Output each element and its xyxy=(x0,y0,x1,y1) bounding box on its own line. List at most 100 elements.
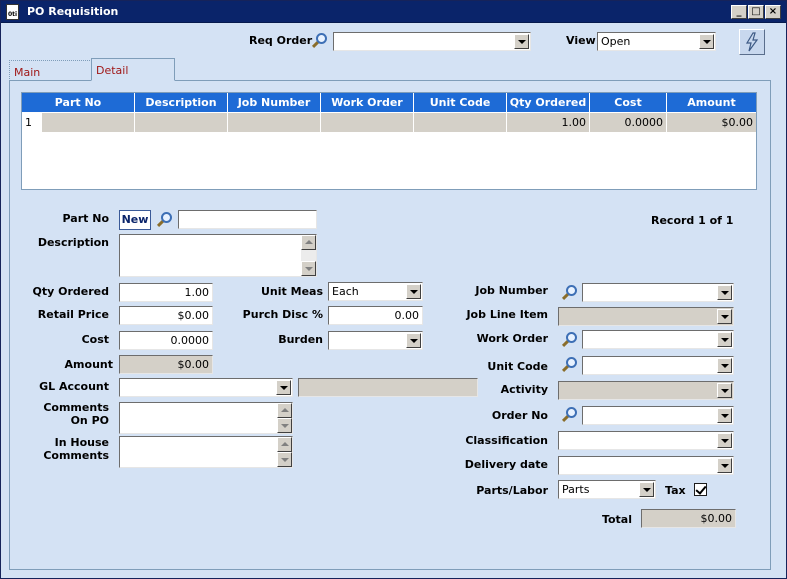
scroll-down-icon[interactable] xyxy=(277,418,292,433)
parts-labor-combo[interactable]: Parts xyxy=(558,480,656,499)
in-house-comments-textarea[interactable] xyxy=(119,436,293,468)
comments-on-po-textarea[interactable] xyxy=(119,402,293,434)
unit-code-search-icon[interactable] xyxy=(561,357,578,373)
part-no-search-icon[interactable] xyxy=(156,212,173,228)
minimize-button[interactable]: _ xyxy=(731,5,747,19)
table-row[interactable]: 1 1.00 0.0000 $0.00 xyxy=(22,113,756,132)
chevron-down-icon[interactable] xyxy=(639,482,654,497)
order-no-label: Order No xyxy=(491,409,548,422)
view-combo[interactable]: Open xyxy=(597,32,716,51)
maximize-button[interactable]: □ xyxy=(748,5,764,19)
table-cell[interactable]: 1.00 xyxy=(507,113,590,132)
chevron-down-icon[interactable] xyxy=(699,34,714,49)
column-header[interactable]: Description xyxy=(135,93,228,112)
record-status: Record 1 of 1 xyxy=(651,214,734,227)
cost-input[interactable]: 0.0000 xyxy=(119,331,213,350)
chevron-down-icon[interactable] xyxy=(276,380,291,395)
order-no-combo[interactable] xyxy=(582,406,734,425)
delivery-date-combo[interactable] xyxy=(558,456,734,475)
chevron-down-icon[interactable] xyxy=(717,408,732,423)
table-cell[interactable] xyxy=(135,113,228,132)
req-order-search-icon[interactable] xyxy=(311,33,328,49)
chevron-down-icon[interactable] xyxy=(717,458,732,473)
qty-ordered-input[interactable]: 1.00 xyxy=(119,283,213,302)
chevron-down-icon[interactable] xyxy=(406,284,421,299)
scrollbar[interactable] xyxy=(301,235,316,276)
scroll-up-icon[interactable] xyxy=(277,403,292,418)
amount-field: $0.00 xyxy=(119,355,213,374)
gl-account-label: GL Account xyxy=(39,380,109,393)
new-part-button[interactable]: New xyxy=(119,210,151,230)
total-field: $0.00 xyxy=(641,509,736,528)
scroll-up-icon[interactable] xyxy=(301,235,316,250)
work-order-search-icon[interactable] xyxy=(561,332,578,348)
chevron-down-icon[interactable] xyxy=(717,358,732,373)
chevron-down-icon[interactable] xyxy=(717,309,732,324)
detail-grid[interactable]: Part No Description Job Number Work Orde… xyxy=(21,92,757,190)
order-no-search-icon[interactable] xyxy=(561,407,578,423)
unit-code-combo[interactable] xyxy=(582,356,734,375)
total-label: Total xyxy=(601,513,632,526)
po-requisition-window: 0ti PO Requisition _ □ × Req Order View … xyxy=(0,0,787,579)
job-line-item-combo[interactable] xyxy=(558,307,734,326)
tax-label: Tax xyxy=(665,484,686,497)
activity-combo[interactable] xyxy=(558,381,734,400)
gl-account-combo[interactable] xyxy=(119,378,293,397)
delivery-date-label: Delivery date xyxy=(464,458,548,471)
retail-price-input[interactable]: $0.00 xyxy=(119,306,213,325)
column-header[interactable]: Unit Code xyxy=(414,93,507,112)
unit-meas-combo[interactable]: Each xyxy=(328,282,423,301)
table-cell[interactable]: 0.0000 xyxy=(590,113,667,132)
chevron-down-icon[interactable] xyxy=(717,383,732,398)
lightning-icon[interactable] xyxy=(739,29,765,55)
burden-label: Burden xyxy=(278,333,323,346)
chevron-down-icon[interactable] xyxy=(717,285,732,300)
work-order-combo[interactable] xyxy=(582,330,734,349)
column-header[interactable]: Amount xyxy=(667,93,756,112)
close-button[interactable]: × xyxy=(765,5,781,19)
part-no-input[interactable] xyxy=(178,210,317,229)
burden-combo[interactable] xyxy=(328,331,423,350)
req-order-label: Req Order xyxy=(249,34,313,47)
description-textarea[interactable] xyxy=(119,234,317,277)
chevron-down-icon[interactable] xyxy=(717,433,732,448)
table-cell[interactable]: $0.00 xyxy=(667,113,756,132)
table-cell[interactable] xyxy=(321,113,414,132)
scrollbar[interactable] xyxy=(277,403,292,433)
scroll-up-icon[interactable] xyxy=(277,437,292,452)
column-header[interactable]: Job Number xyxy=(228,93,321,112)
purch-disc-input[interactable]: 0.00 xyxy=(328,306,423,325)
window-title: PO Requisition xyxy=(27,5,119,18)
cost-label: Cost xyxy=(81,333,109,346)
amount-label: Amount xyxy=(64,358,113,371)
comments-on-po-label: Comments On PO xyxy=(43,401,109,427)
column-header[interactable]: Cost xyxy=(590,93,667,112)
table-cell[interactable] xyxy=(414,113,507,132)
chevron-down-icon[interactable] xyxy=(406,333,421,348)
table-cell[interactable] xyxy=(228,113,321,132)
unit-meas-label: Unit Meas xyxy=(261,285,323,298)
job-number-combo[interactable] xyxy=(582,283,734,302)
req-order-combo[interactable] xyxy=(333,32,531,51)
chevron-down-icon[interactable] xyxy=(717,332,732,347)
parts-labor-label: Parts/Labor xyxy=(476,484,548,497)
table-cell[interactable] xyxy=(42,113,135,132)
activity-label: Activity xyxy=(500,383,548,396)
row-number: 1 xyxy=(22,113,42,132)
classification-combo[interactable] xyxy=(558,431,734,450)
column-header[interactable]: Part No xyxy=(22,93,135,112)
tab-detail[interactable]: Detail xyxy=(91,58,175,81)
chevron-down-icon[interactable] xyxy=(514,34,529,49)
tax-checkbox[interactable] xyxy=(694,483,707,496)
scroll-down-icon[interactable] xyxy=(277,452,292,467)
column-header[interactable]: Qty Ordered xyxy=(507,93,590,112)
job-line-item-label: Job Line Item xyxy=(466,308,548,321)
scroll-down-icon[interactable] xyxy=(301,261,316,276)
job-number-search-icon[interactable] xyxy=(561,285,578,301)
job-number-label: Job Number xyxy=(475,284,548,297)
column-header[interactable]: Work Order xyxy=(321,93,414,112)
tab-main[interactable]: Main xyxy=(9,60,92,81)
description-label: Description xyxy=(37,236,109,249)
scrollbar[interactable] xyxy=(277,437,292,467)
part-no-label: Part No xyxy=(62,212,109,225)
